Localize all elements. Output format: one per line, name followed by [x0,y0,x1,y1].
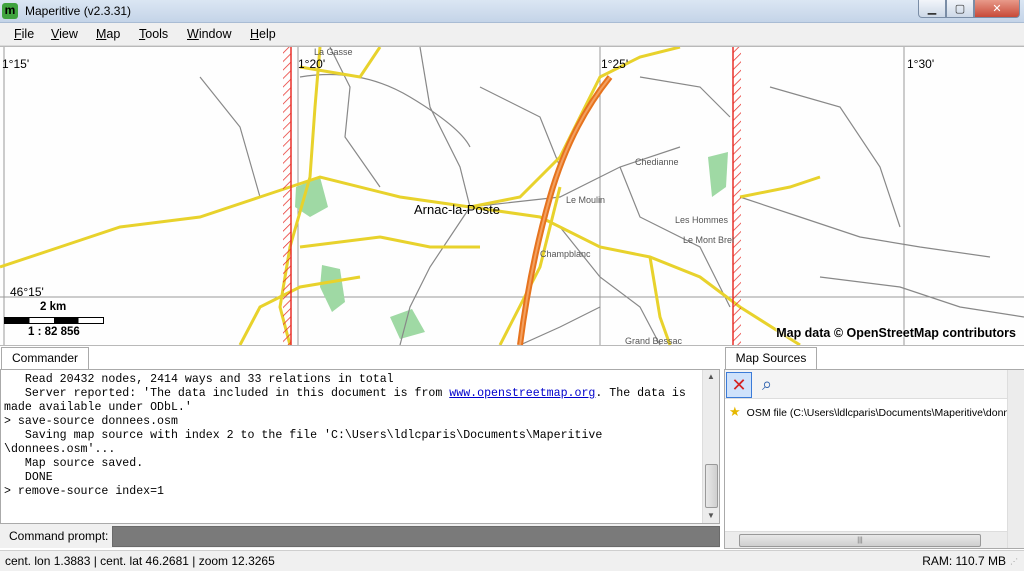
hscroll-thumb[interactable]: ||| [739,534,981,547]
minimize-icon: ▁ [927,3,937,15]
place-label: Grand Bessac [625,336,683,346]
motorway-center [519,76,611,345]
console-line: Server reported: 'The data included in t… [4,387,450,400]
place-label: Le Mont Brel [683,235,735,245]
map-attribution: Map data © OpenStreetMap contributors [776,326,1016,340]
sources-toolbar: ✕ ⌕ [725,370,1024,399]
resize-grip-icon[interactable]: ⋰ [1010,557,1022,569]
tab-map-sources[interactable]: Map Sources [725,347,817,369]
close-icon: ✕ [992,3,1002,15]
menu-map[interactable]: Map [96,27,120,41]
console-line: Map source saved. [4,457,144,470]
command-prompt-row: Command prompt: [0,524,720,548]
map-canvas[interactable] [0,47,1024,345]
lon-label: 1°15' [2,57,30,71]
menu-tools[interactable]: Tools [139,27,168,41]
scroll-down-icon[interactable]: ▼ [703,509,719,523]
window-controls: ▁ ▢ ✕ [918,0,1020,18]
map-view[interactable]: 1°15' 1°20' 1°25' 1°30' 46°15' Arnac-la-… [0,46,1024,346]
remove-source-button[interactable]: ✕ [726,372,752,398]
console-scrollbar[interactable]: ▲ ▼ [702,370,719,523]
scroll-up-icon[interactable]: ▲ [703,370,719,384]
forest-area [320,265,345,312]
status-coordinates: cent. lon 1.3883 | cent. lat 46.2681 | z… [5,554,275,568]
maximize-button[interactable]: ▢ [946,0,974,18]
menu-window[interactable]: Window [187,27,231,41]
console-line: > remove-source index=1 [4,485,165,498]
zoom-icon: ⌕ [761,373,773,394]
list-item[interactable]: ★ OSM file (C:\Users\ldlcparis\Documents\… [729,404,1023,420]
console-line: Saving map source with index 2 to the fi… [4,429,603,442]
remove-icon: ✕ [731,374,747,395]
scale-distance: 2 km [40,301,67,313]
tab-commander[interactable]: Commander [1,347,89,369]
scale-bar: 2 km 1 : 82 856 [4,297,104,342]
console-line: made available under ODbL.' [4,401,192,414]
bounds-left [283,47,291,345]
menu-file[interactable]: File [14,27,34,41]
console-line: DONE [4,471,53,484]
scale-ruler [4,317,104,324]
secondary-roads [0,47,821,345]
commander-panel: Read 20432 nodes, 2414 ways and 33 relat… [0,369,720,524]
command-prompt-input[interactable] [112,526,720,547]
title-bar: m Maperitive (v2.3.31) ▁ ▢ ✕ [0,0,1024,23]
forest-area [390,309,425,339]
console-line: . The data is [595,387,686,400]
status-bar: cent. lon 1.3883 | cent. lat 46.2681 | z… [0,550,1024,571]
motorway [517,75,613,345]
window-title: Maperitive (v2.3.31) [25,4,132,18]
source-label: OSM file (C:\Users\ldlcparis\Documents\M… [746,407,1023,419]
menu-bar: File View Map Tools Window Help [0,23,1024,46]
zoom-to-source-button[interactable]: ⌕ [755,372,779,396]
command-prompt-label: Command prompt: [9,529,109,543]
place-label: Les Hommes [675,215,729,225]
minimize-button[interactable]: ▁ [918,0,946,18]
star-icon: ★ [729,404,741,419]
place-label: La Gasse [314,47,353,57]
place-label: Le Moulin [566,195,606,205]
sources-hscrollbar[interactable]: ||| [725,531,1007,548]
scale-ratio: 1 : 82 856 [28,326,80,338]
osm-link[interactable]: www.openstreetmap.org [449,387,595,400]
lon-label: 1°30' [907,57,935,71]
lon-label: 1°20' [298,57,326,71]
menu-view[interactable]: View [51,27,78,41]
menu-help[interactable]: Help [250,27,276,41]
bounds-right [733,47,741,345]
close-button[interactable]: ✕ [974,0,1020,18]
place-label: Chedianne [635,157,679,167]
forest-area [708,152,728,197]
lon-label: 1°25' [601,57,629,71]
sources-vscrollbar[interactable] [1007,370,1024,548]
console-line: \donnees.osm'... [4,443,116,456]
status-ram: RAM: 110.7 MB [922,554,1006,568]
scroll-thumb[interactable] [705,464,718,508]
place-label: Arnac-la-Poste [414,202,500,217]
console-output: Read 20432 nodes, 2414 ways and 33 relat… [4,373,701,499]
place-label: Champblanc [540,249,591,259]
map-sources-panel: ✕ ⌕ ★ OSM file (C:\Users\ldlcparis\Docume… [724,369,1024,549]
app-icon: m [2,3,18,19]
console-line: > save-source donnees.osm [4,415,178,428]
maximize-icon: ▢ [954,3,966,15]
console-line: Read 20432 nodes, 2414 ways and 33 relat… [4,373,394,386]
